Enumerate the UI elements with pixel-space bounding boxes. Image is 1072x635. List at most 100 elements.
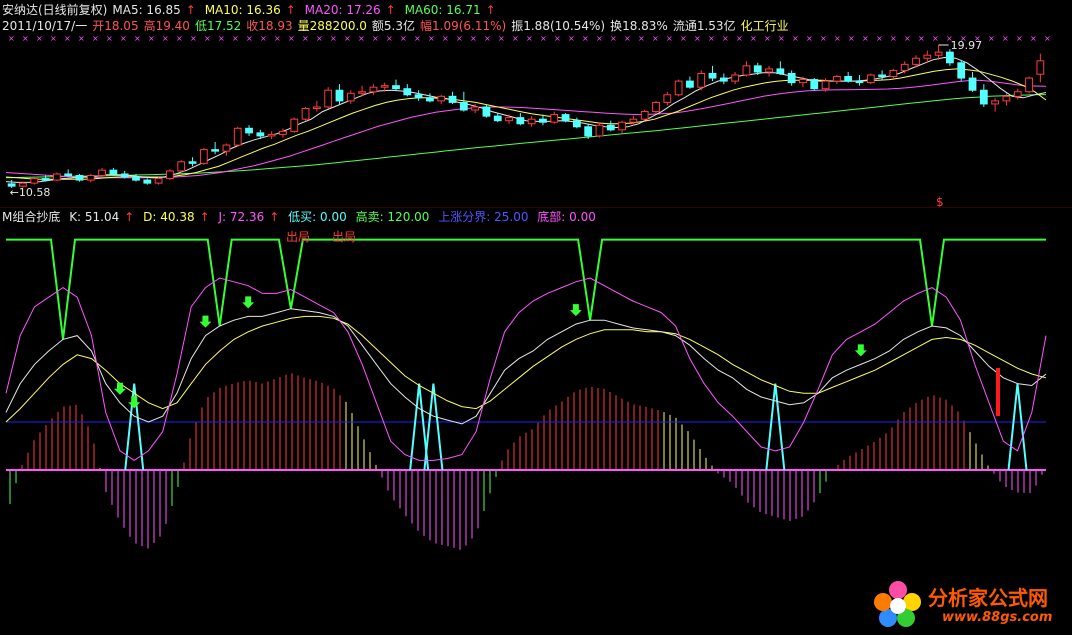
marker-x: × [330,34,337,43]
marker-x: × [1016,34,1023,43]
marker-x: × [638,34,645,43]
candle-body [233,127,242,146]
high-sell-signal-line [6,238,1046,340]
candle-body [256,132,265,137]
marker-x: × [470,34,477,43]
quote-high: 高19.40 [143,19,190,33]
candle-body [279,130,287,135]
k-arrow: ↑ [124,210,135,224]
marker-x: × [442,34,449,43]
candle-body [120,173,129,178]
marker-x: × [680,34,687,43]
candle-body [369,86,378,93]
high-sell-value: 高卖: 120.00 [355,210,430,224]
candle-body [912,57,920,65]
marker-x: × [218,34,225,43]
candle-body [448,95,457,103]
candle-body [742,65,751,76]
quote-float-shares: 流通1.53亿 [672,19,736,33]
sell-arrow-icon [242,296,255,309]
flower-icon [874,581,921,627]
marker-x: × [176,34,183,43]
marker-x: × [498,34,505,43]
marker-x: × [848,34,855,43]
candle-body [866,74,875,84]
bottom-value: 底部: 0.00 [537,210,596,224]
marker-x: × [456,34,463,43]
candle-body [991,100,1000,105]
candle-body [414,94,423,99]
candle-body [459,101,468,111]
marker-x: × [274,34,281,43]
candle-body [211,149,220,152]
marker-x: × [484,34,491,43]
marker-x: × [148,34,155,43]
up-boundary-value: 上涨分界: 25.00 [438,210,529,224]
marker-x: × [904,34,911,43]
marker-x: × [50,34,57,43]
candle-body [75,175,84,181]
sell-arrow-icon [199,315,212,328]
marker-x: × [260,34,267,43]
candle-body [1002,95,1011,102]
candle-body [855,80,864,84]
exit-label: 出局 [332,230,356,244]
marker-x: × [568,34,575,43]
marker-x: × [526,34,533,43]
candle-body [765,68,773,73]
ma10-line [5,68,1047,180]
candle-body [595,124,604,137]
marker-x: × [134,34,141,43]
low-buy-signal [1007,383,1028,471]
price-panel: × × × × × × × × × × × × × × × × × × × × × × × × × × × × × × × × × × × × × × × ×… [0,34,1072,209]
logo-text: 分析家公式网 [928,586,1048,610]
low-price-label: ←10.58 [10,186,51,199]
candle-body [222,144,231,152]
candle-body [98,169,106,177]
j-value: J: 72.36 [218,210,265,224]
candle-body [1036,60,1045,75]
exit-label: 出局 [286,230,310,244]
ma20-value: MA20: 17.26 [304,3,381,17]
ma5-value: MA5: 16.85 [112,3,181,17]
candle-body [878,74,886,78]
marker-x: × [708,34,715,43]
ma10-value: MA10: 16.36 [204,3,281,17]
d-line [5,315,1047,423]
quote-industry: 化工行业 [740,19,789,33]
candle-body [199,149,208,164]
candle-body [968,77,977,91]
candle-body [301,108,310,120]
sell-arrow-icon [128,396,141,409]
marker-x: × [232,34,239,43]
marker-x: × [736,34,743,43]
candle-body [245,127,253,134]
marker-x: × [806,34,813,43]
candle-body [584,126,593,137]
candle-body [403,88,412,96]
marker-x: × [428,34,435,43]
current-signal-bar [996,368,1000,416]
d-arrow: ↑ [199,210,210,224]
ma20-arrow: ↑ [385,3,396,17]
candle-body [606,124,615,131]
marker-x: × [1030,34,1037,43]
candle-body [505,117,513,122]
marker-x: × [988,34,995,43]
candle-body [312,106,321,110]
marker-x: × [92,34,99,43]
indicator-panel: 出局 出局 [5,230,1047,550]
candle-body [335,89,344,102]
j-arrow: ↑ [269,210,280,224]
marker-x: × [106,34,113,43]
marker-x: × [540,34,547,43]
marker-x: × [316,34,323,43]
marker-x: × [750,34,757,43]
candle-body [810,79,819,90]
k-line [5,308,1047,425]
quote-date: 2011/10/17/一 [2,19,88,33]
candle-body [527,118,536,125]
quote-header: 2011/10/17/一 开18.05 高19.40 低17.52 收18.93 量288… [2,18,794,34]
candle-body [132,176,140,181]
candle-body [844,76,853,82]
